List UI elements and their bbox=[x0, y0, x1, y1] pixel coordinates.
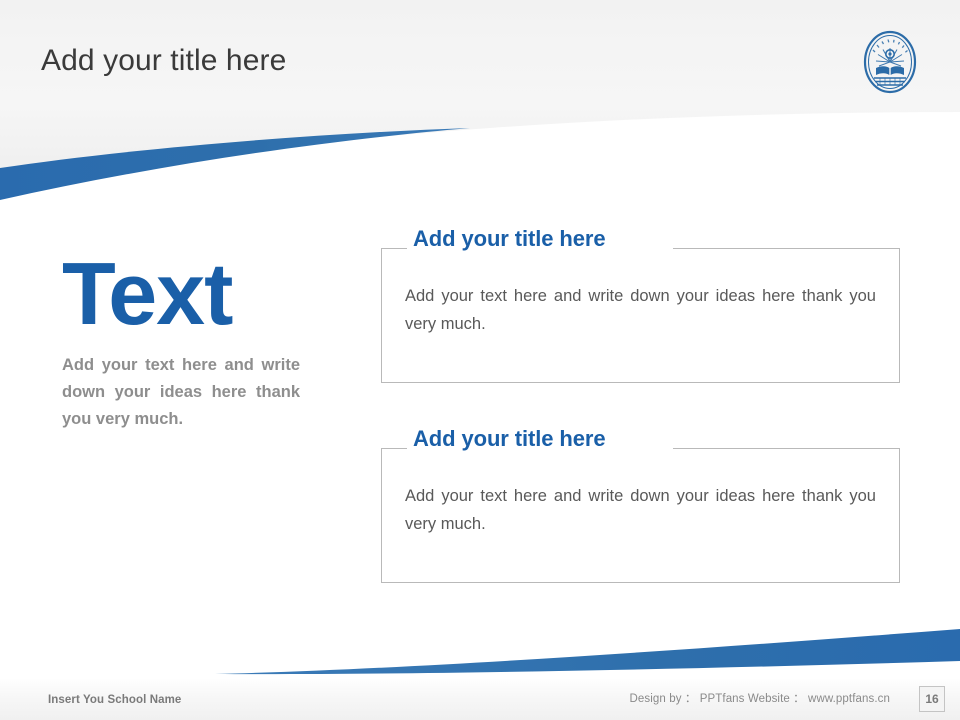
footer-school-name: Insert You School Name bbox=[48, 694, 182, 706]
headline-text: Text bbox=[62, 244, 233, 343]
footer-credit: Design by ： PPTfans Website ： www.pptfan… bbox=[629, 693, 890, 705]
panel-body-2: Add your text here and write down your i… bbox=[405, 487, 876, 534]
left-content-column: Text Add your text here and write down y… bbox=[62, 244, 320, 433]
panel-body-1: Add your text here and write down your i… bbox=[405, 287, 876, 334]
content-panel-1[interactable]: Add your title here Add your text here a… bbox=[381, 226, 900, 383]
page-number-badge: 16 bbox=[919, 686, 945, 712]
university-seal-logo bbox=[863, 30, 917, 94]
panel-title-2: Add your title here bbox=[413, 426, 606, 451]
left-paragraph: Add your text here and write down your i… bbox=[62, 356, 300, 428]
panel-title-1: Add your title here bbox=[413, 226, 606, 251]
slide-canvas: Add your title here Text Add your text h… bbox=[0, 0, 960, 720]
header-swoosh-graphic bbox=[0, 0, 960, 200]
page-title: Add your title here bbox=[41, 44, 287, 77]
content-panel-2[interactable]: Add your title here Add your text here a… bbox=[381, 426, 900, 583]
